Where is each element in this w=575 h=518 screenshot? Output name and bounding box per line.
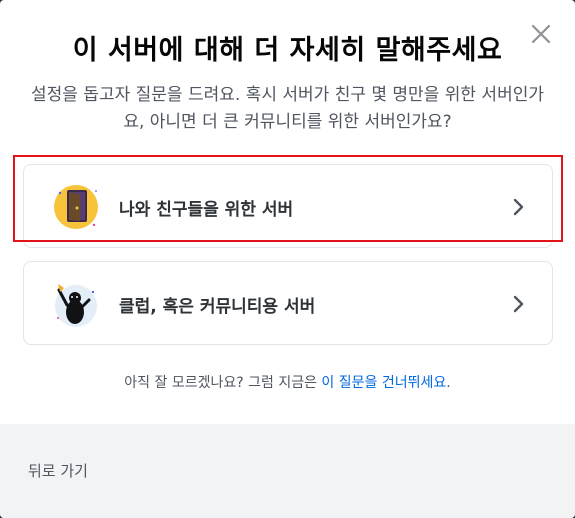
club-community-icon [55,284,97,327]
modal-subtitle: 설정을 돕고자 질문을 드려요. 혹시 서버가 친구 몇 명만을 위한 서버인가… [30,85,544,132]
skip-question-link[interactable]: 이 질문을 건너뛰세요 [321,375,446,391]
modal-title: 이 서버에 대해 더 자세히 말해주세요 [72,35,503,66]
skip-prefix: 아직 잘 모르겠나요? 그럼 지금은 [124,375,322,391]
skip-suffix: . [446,375,451,391]
chevron-right-icon [513,198,524,216]
option-club-server[interactable]: 클럽, 혹은 커뮤니티용 서버 [23,261,553,345]
create-server-modal: 이 서버에 대해 더 자세히 말해주세요 설정을 돕고자 질문을 드려요. 혹시… [0,0,575,518]
skip-prompt: 아직 잘 모르겠나요? 그럼 지금은 이 질문을 건너뛰세요. [0,372,575,392]
option-label: 나와 친구들을 위한 서버 [119,200,294,220]
back-button[interactable]: 뒤로 가기 [28,460,88,481]
friends-door-icon [54,185,98,229]
modal-footer: 뒤로 가기 [0,424,575,518]
chevron-right-icon [513,295,524,313]
option-friends-server[interactable]: 나와 친구들을 위한 서버 [23,164,553,248]
option-label: 클럽, 혹은 커뮤니티용 서버 [119,297,316,317]
